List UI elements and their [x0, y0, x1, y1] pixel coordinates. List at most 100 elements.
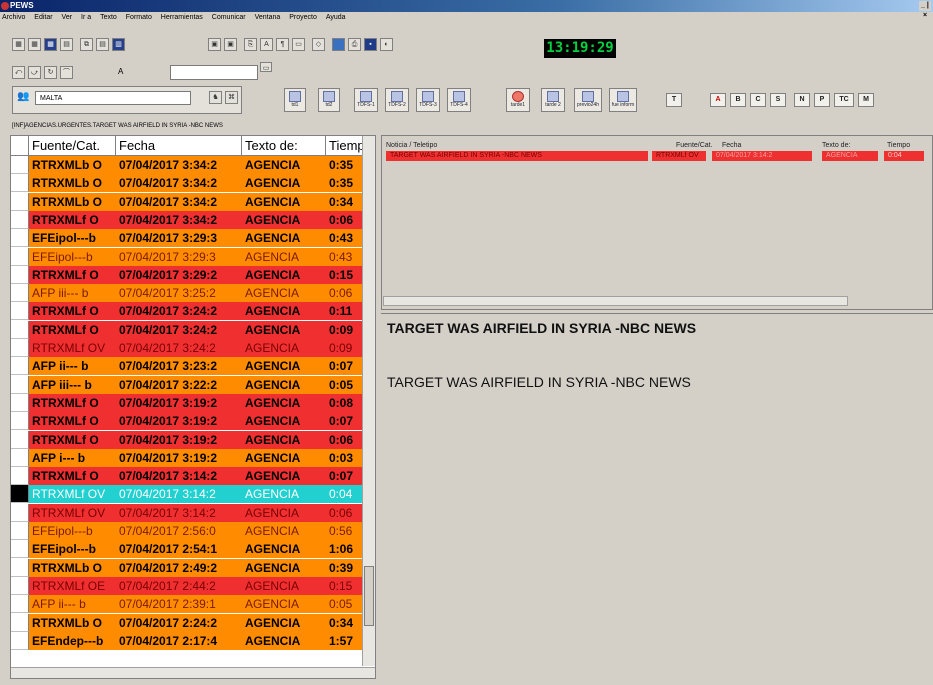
- menu-ver[interactable]: Ver: [62, 14, 73, 21]
- link-icon[interactable]: ⌒: [60, 66, 73, 79]
- p-button[interactable]: P: [814, 93, 830, 107]
- td1-button[interactable]: td1: [284, 88, 306, 112]
- detail-row-date[interactable]: 07/04/2017 3:14:2: [712, 151, 812, 161]
- table-row[interactable]: RTRXMLf O 07/04/2017 3:19:2 AGENCIA 0:07: [11, 412, 363, 431]
- table-row[interactable]: AFP iii--- b 07/04/2017 3:22:2 AGENCIA 0:05: [11, 375, 363, 394]
- previo24h-button[interactable]: previo24h: [574, 88, 602, 112]
- table-row[interactable]: RTRXMLf OV 07/04/2017 3:24:2 AGENCIA 0:09: [11, 339, 363, 357]
- detail-header-date[interactable]: Fecha: [722, 142, 741, 149]
- menu-ir-a[interactable]: Ir a: [81, 14, 91, 21]
- row-selector[interactable]: [11, 576, 29, 595]
- layout-icon[interactable]: ▦: [28, 38, 41, 51]
- table-row[interactable]: RTRXMLf OV 07/04/2017 3:14:2 AGENCIA 0:06: [11, 503, 363, 522]
- image-icon[interactable]: [332, 38, 345, 51]
- menu-ventana[interactable]: Ventana: [255, 14, 281, 21]
- font-icon[interactable]: A: [260, 38, 273, 51]
- s-button[interactable]: S: [770, 93, 786, 107]
- row-selector[interactable]: [11, 375, 29, 394]
- list-vertical-scrollbar[interactable]: [362, 136, 375, 666]
- row-selector[interactable]: [11, 467, 29, 486]
- fue-inform-button[interactable]: fue inform: [609, 88, 637, 112]
- tarde1-button[interactable]: tarde1: [506, 88, 530, 112]
- expand-icon[interactable]: ▭: [260, 62, 272, 72]
- row-selector[interactable]: [11, 284, 29, 303]
- layout-icon[interactable]: ▤: [60, 38, 73, 51]
- td2-button[interactable]: td2: [318, 88, 340, 112]
- table-row[interactable]: RTRXMLf O 07/04/2017 3:19:2 AGENCIA 0:06: [11, 430, 363, 449]
- row-selector[interactable]: [11, 613, 29, 632]
- row-selector[interactable]: [11, 540, 29, 559]
- table-row[interactable]: EFEipol---b 07/04/2017 3:29:3 AGENCIA 0:43: [11, 229, 363, 248]
- filter-icon[interactable]: ♞: [209, 91, 222, 104]
- tarde2-button[interactable]: tarde 2: [541, 88, 565, 112]
- table-row[interactable]: RTRXMLf OV 07/04/2017 3:14:2 AGENCIA 0:04: [11, 485, 363, 504]
- row-selector[interactable]: [11, 156, 29, 174]
- menu-editar[interactable]: Editar: [34, 14, 52, 21]
- detail-row-text[interactable]: AGENCIA: [822, 151, 878, 161]
- n-button[interactable]: N: [794, 93, 810, 107]
- search-input[interactable]: MALTA: [35, 91, 191, 105]
- copy-icon[interactable]: ⎘: [244, 38, 257, 51]
- table-row[interactable]: RTRXMLb O 07/04/2017 3:34:2 AGENCIA 0:34: [11, 192, 363, 211]
- row-selector[interactable]: [11, 595, 29, 614]
- detail-horizontal-scrollbar[interactable]: [383, 296, 848, 306]
- row-selector[interactable]: [11, 503, 29, 522]
- row-selector[interactable]: [11, 247, 29, 266]
- detail-row-time[interactable]: 0:04: [884, 151, 924, 161]
- table-row[interactable]: RTRXMLf O 07/04/2017 3:34:2 AGENCIA 0:06: [11, 210, 363, 229]
- layout-icon[interactable]: ▦: [12, 38, 25, 51]
- text-tool-button[interactable]: T: [666, 93, 682, 107]
- redo-icon[interactable]: ⤻: [28, 66, 41, 79]
- table-row[interactable]: RTRXMLf O 07/04/2017 3:24:2 AGENCIA 0:11: [11, 302, 363, 321]
- table-row[interactable]: RTRXMLf O 07/04/2017 3:24:2 AGENCIA 0:09: [11, 320, 363, 339]
- window-icon[interactable]: ⧉: [80, 38, 93, 51]
- menu-comunicar[interactable]: Comunicar: [212, 14, 246, 21]
- row-selector[interactable]: [11, 302, 29, 321]
- table-row[interactable]: AFP i--- b 07/04/2017 3:19:2 AGENCIA 0:03: [11, 448, 363, 467]
- row-selector[interactable]: [11, 448, 29, 467]
- table-row[interactable]: RTRXMLb O 07/04/2017 3:34:2 AGENCIA 0:35: [11, 174, 363, 193]
- header-time[interactable]: Tiemp: [326, 136, 365, 156]
- font-input[interactable]: [170, 65, 258, 80]
- table-row[interactable]: EFEipol---b 07/04/2017 3:29:3 AGENCIA 0:43: [11, 247, 363, 266]
- header-date[interactable]: Fecha: [116, 136, 242, 156]
- table-row[interactable]: RTRXMLf O 07/04/2017 3:29:2 AGENCIA 0:15: [11, 265, 363, 284]
- row-selector[interactable]: [11, 265, 29, 284]
- detail-row-title[interactable]: TARGET WAS AIRFIELD IN SYRIA -NBC NEWS: [386, 151, 648, 161]
- menu-herramientas[interactable]: Herramientas: [161, 14, 203, 21]
- c-button[interactable]: C: [750, 93, 766, 107]
- row-selector[interactable]: [11, 229, 29, 248]
- row-selector[interactable]: [11, 174, 29, 193]
- tdfs1-button[interactable]: TDFS-1: [354, 88, 378, 112]
- detail-header-text[interactable]: Texto de:: [822, 142, 850, 149]
- row-selector[interactable]: [11, 522, 29, 540]
- table-row[interactable]: EFEipol---b 07/04/2017 2:56:0 AGENCIA 0:56: [11, 522, 363, 540]
- save-icon[interactable]: ▭: [292, 38, 305, 51]
- bold-button[interactable]: B: [730, 93, 746, 107]
- row-selector[interactable]: [11, 320, 29, 339]
- doc-icon[interactable]: ▣: [208, 38, 221, 51]
- row-selector[interactable]: [11, 192, 29, 211]
- table-row[interactable]: AFP ii--- b 07/04/2017 3:23:2 AGENCIA 0:07: [11, 357, 363, 376]
- print-icon[interactable]: ⎙: [348, 38, 361, 51]
- tdfs4-button[interactable]: TDFS-4: [447, 88, 471, 112]
- news-list[interactable]: Fuente/Cat. Fecha Texto de: Tiemp RTRXML…: [10, 135, 376, 679]
- window-controls[interactable]: _ | ×: [919, 1, 931, 19]
- table-row[interactable]: RTRXMLf OE 07/04/2017 2:44:2 AGENCIA 0:15: [11, 576, 363, 595]
- detail-row-source[interactable]: RTRXMLf OV: [652, 151, 706, 161]
- shape-icon[interactable]: ◇: [312, 38, 325, 51]
- row-selector[interactable]: [11, 631, 29, 650]
- detail-header-time[interactable]: Tiempo: [887, 142, 910, 149]
- columns-icon[interactable]: ▥: [112, 38, 125, 51]
- tc-button[interactable]: TC: [834, 93, 854, 107]
- list-horizontal-scrollbar[interactable]: [11, 667, 375, 678]
- media-icon[interactable]: ◐: [380, 38, 393, 51]
- refresh-icon[interactable]: ↻: [44, 66, 57, 79]
- menu-ayuda[interactable]: Ayuda: [326, 14, 346, 21]
- table-row[interactable]: RTRXMLb O 07/04/2017 2:49:2 AGENCIA 0:39: [11, 558, 363, 577]
- scroll-thumb[interactable]: [364, 566, 374, 626]
- row-selector[interactable]: [11, 393, 29, 412]
- menu-formato[interactable]: Formato: [126, 14, 152, 21]
- table-row[interactable]: RTRXMLf O 07/04/2017 3:14:2 AGENCIA 0:07: [11, 467, 363, 486]
- font-color-button[interactable]: A: [710, 93, 726, 107]
